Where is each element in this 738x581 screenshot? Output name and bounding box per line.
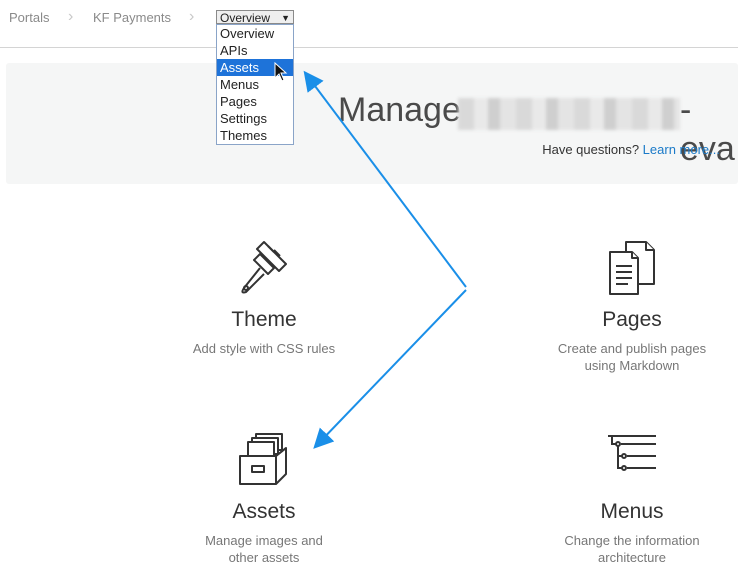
dropdown-option-settings[interactable]: Settings	[217, 110, 293, 127]
dropdown-option-themes[interactable]: Themes	[217, 127, 293, 144]
section-dropdown-list: Overview APIs Assets Menus Pages Setting…	[216, 24, 294, 145]
dropdown-option-overview[interactable]: Overview	[217, 25, 293, 42]
annotation-arrow-to-assets	[313, 289, 467, 449]
annotation-arrows	[303, 70, 467, 449]
dropdown-option-apis[interactable]: APIs	[217, 42, 293, 59]
dropdown-option-pages[interactable]: Pages	[217, 93, 293, 110]
mouse-cursor-icon	[274, 62, 288, 82]
annotation-arrow-to-dropdown	[303, 70, 467, 288]
